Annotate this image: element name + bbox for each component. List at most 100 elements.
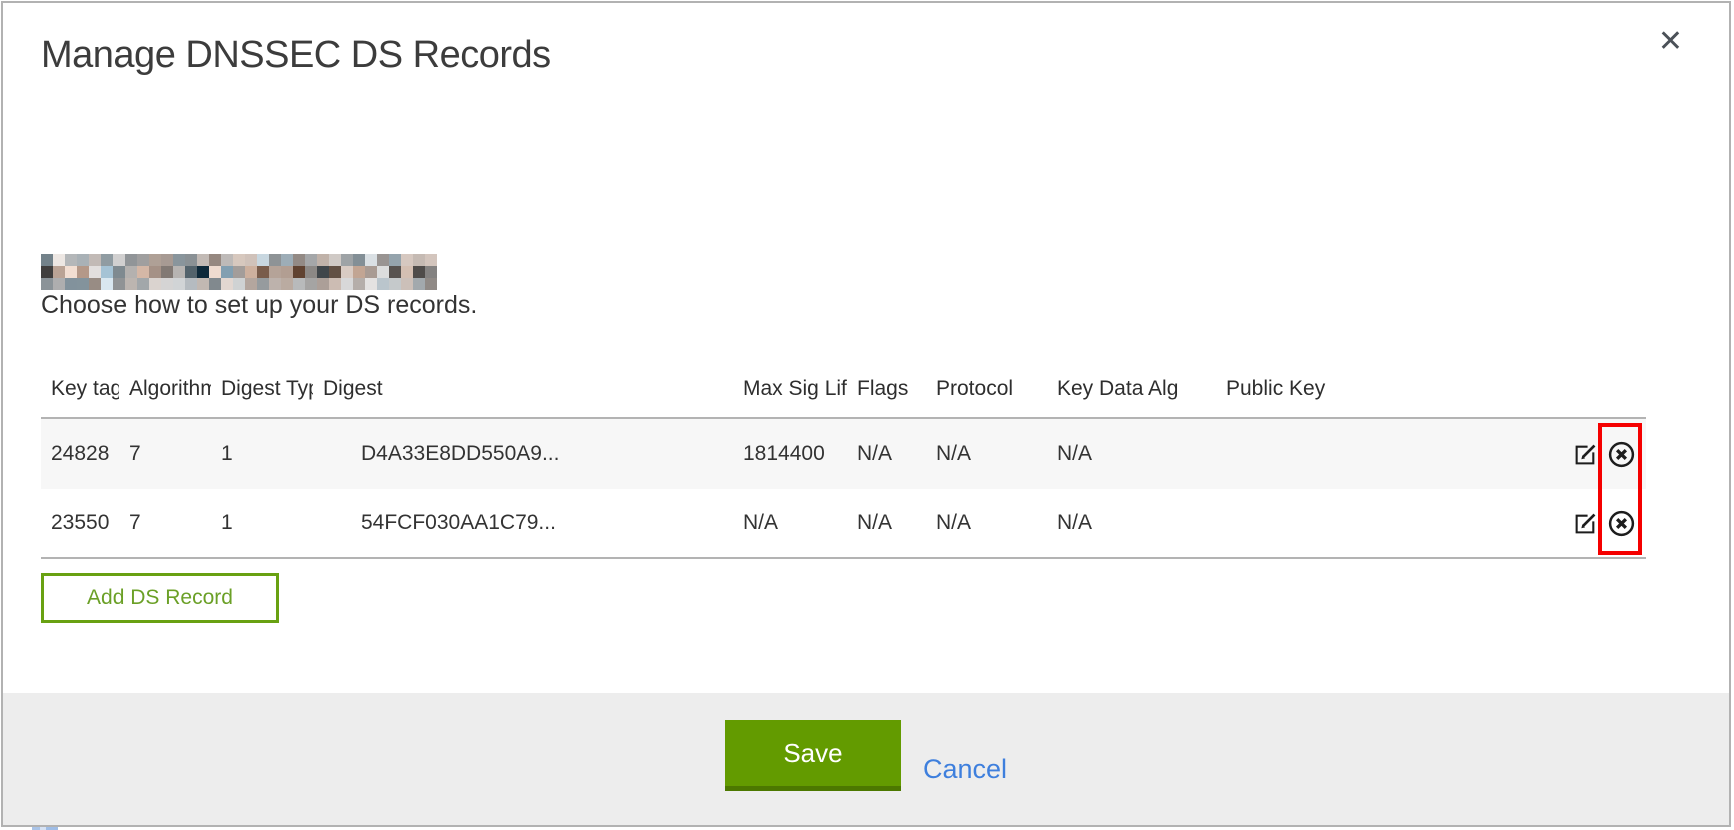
redacted-pixel: [77, 278, 89, 290]
redacted-pixel: [305, 278, 317, 290]
redacted-pixel: [245, 254, 257, 266]
redacted-pixel: [413, 278, 425, 290]
redacted-pixel: [365, 266, 377, 278]
redacted-pixel: [425, 266, 437, 278]
redacted-pixel: [425, 254, 437, 266]
redacted-pixel: [101, 278, 113, 290]
redacted-pixel: [317, 254, 329, 266]
redacted-pixel: [185, 266, 197, 278]
redacted-pixel: [101, 254, 113, 266]
add-ds-record-button[interactable]: Add DS Record: [41, 573, 279, 623]
redacted-pixel: [305, 266, 317, 278]
redacted-pixel: [197, 278, 209, 290]
column-header-protocol: Protocol: [926, 377, 1047, 401]
redacted-pixel: [341, 254, 353, 266]
cell-flags: N/A: [847, 442, 926, 466]
redacted-pixel: [389, 254, 401, 266]
redacted-pixel: [113, 254, 125, 266]
redacted-pixel: [89, 266, 101, 278]
redacted-pixel: [221, 254, 233, 266]
cell-key-data-alg: N/A: [1047, 442, 1216, 466]
redacted-pixel: [221, 266, 233, 278]
redacted-pixel: [281, 254, 293, 266]
cancel-link[interactable]: Cancel: [923, 754, 1007, 785]
cell-flags: N/A: [847, 511, 926, 535]
delete-record-icon[interactable]: [1607, 440, 1636, 469]
column-header-digest-type: Digest Type: [211, 377, 313, 401]
cell-digest: D4A33E8DD550A9...: [313, 442, 733, 466]
cell-key-tag: 23550: [41, 511, 119, 535]
page-title: Manage DNSSEC DS Records: [41, 34, 551, 77]
redacted-pixel: [149, 266, 161, 278]
cell-digest-type: 1: [211, 511, 313, 535]
redacted-pixel: [281, 266, 293, 278]
redacted-pixel: [329, 278, 341, 290]
redacted-pixel: [413, 254, 425, 266]
redacted-pixel: [269, 254, 281, 266]
redacted-pixel: [257, 266, 269, 278]
cell-max-sig-life: N/A: [733, 511, 847, 535]
redacted-pixel: [257, 254, 269, 266]
redacted-pixel: [125, 278, 137, 290]
redacted-pixel: [173, 266, 185, 278]
edit-record-icon[interactable]: [1573, 442, 1598, 467]
redacted-pixel: [353, 254, 365, 266]
redacted-pixel: [269, 266, 281, 278]
close-icon[interactable]: ✕: [1658, 27, 1683, 57]
redacted-pixel: [77, 254, 89, 266]
column-header-digest: Digest: [313, 377, 733, 401]
redacted-pixel: [89, 254, 101, 266]
redacted-pixel: [317, 266, 329, 278]
cell-max-sig-life: 1814400: [733, 442, 847, 466]
table-row: 23550 7 1 54FCF030AA1C79... N/A N/A N/A …: [41, 489, 1646, 559]
redacted-pixel: [53, 266, 65, 278]
delete-record-icon[interactable]: [1607, 509, 1636, 538]
redacted-pixel: [341, 266, 353, 278]
redacted-pixel: [401, 278, 413, 290]
column-header-key-data-alg: Key Data Alg: [1047, 377, 1216, 401]
redacted-pixel: [389, 266, 401, 278]
row-actions: [1561, 509, 1646, 538]
redacted-pixel: [353, 266, 365, 278]
redacted-pixel: [293, 254, 305, 266]
redacted-pixel: [401, 254, 413, 266]
redacted-pixel: [65, 278, 77, 290]
redacted-pixel: [269, 278, 281, 290]
redacted-pixel: [53, 278, 65, 290]
redacted-pixel: [41, 278, 53, 290]
table-header-row: Key tag Algorithm Digest Type Digest Max…: [41, 375, 1646, 419]
redacted-pixel: [161, 278, 173, 290]
cell-protocol: N/A: [926, 442, 1047, 466]
redacted-pixel: [197, 254, 209, 266]
redacted-pixel: [161, 254, 173, 266]
redacted-pixel: [41, 254, 53, 266]
cell-protocol: N/A: [926, 511, 1047, 535]
ds-records-table: Key tag Algorithm Digest Type Digest Max…: [41, 375, 1646, 559]
redacted-pixel: [65, 266, 77, 278]
redacted-pixel: [125, 266, 137, 278]
edit-record-icon[interactable]: [1573, 511, 1598, 536]
redacted-pixel: [233, 266, 245, 278]
redacted-pixel: [161, 266, 173, 278]
redacted-pixel: [293, 266, 305, 278]
redacted-pixel: [353, 278, 365, 290]
redacted-pixel: [305, 254, 317, 266]
redacted-pixel: [389, 278, 401, 290]
redacted-pixel: [413, 266, 425, 278]
cell-digest: 54FCF030AA1C79...: [313, 511, 733, 535]
column-header-algorithm: Algorithm: [119, 377, 211, 401]
redacted-pixel: [245, 266, 257, 278]
redacted-pixel: [209, 266, 221, 278]
redacted-pixel: [173, 254, 185, 266]
redacted-pixel: [377, 254, 389, 266]
redacted-pixel: [317, 278, 329, 290]
redacted-pixel: [173, 278, 185, 290]
cell-digest-type: 1: [211, 442, 313, 466]
cell-algorithm: 7: [119, 442, 211, 466]
redacted-pixel: [221, 278, 233, 290]
redacted-pixel: [185, 278, 197, 290]
redacted-pixel: [209, 254, 221, 266]
save-button[interactable]: Save: [725, 720, 901, 791]
redacted-pixel: [233, 254, 245, 266]
redacted-pixel: [425, 278, 437, 290]
